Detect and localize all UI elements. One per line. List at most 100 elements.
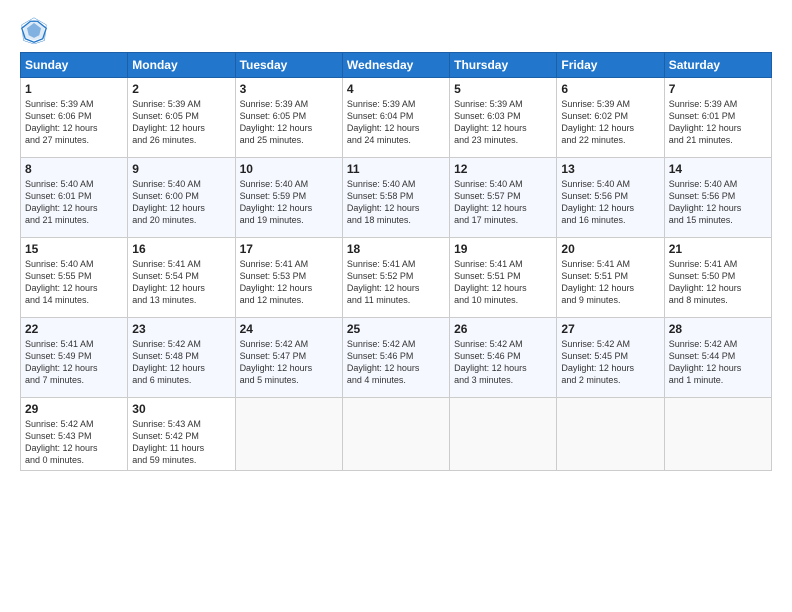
weekday-header-thursday: Thursday xyxy=(450,53,557,78)
calendar-table: SundayMondayTuesdayWednesdayThursdayFrid… xyxy=(20,52,772,471)
calendar-cell: 6 Sunrise: 5:39 AMSunset: 6:02 PMDaylight… xyxy=(557,78,664,158)
cell-content: Sunrise: 5:39 AMSunset: 6:04 PMDaylight:… xyxy=(347,98,445,147)
day-number: 8 xyxy=(25,162,123,176)
calendar-cell: 16Sunrise: 5:41 AMSunset: 5:54 PMDayligh… xyxy=(128,238,235,318)
day-number: 22 xyxy=(25,322,123,336)
cell-content: Sunrise: 5:41 AMSunset: 5:51 PMDaylight:… xyxy=(561,258,659,307)
calendar-cell: 21Sunrise: 5:41 AMSunset: 5:50 PMDayligh… xyxy=(664,238,771,318)
calendar-week-row: 1 Sunrise: 5:39 AMSunset: 6:06 PMDaylight… xyxy=(21,78,772,158)
calendar-cell: 4 Sunrise: 5:39 AMSunset: 6:04 PMDaylight… xyxy=(342,78,449,158)
day-number: 5 xyxy=(454,82,552,96)
calendar-cell: 20 Sunrise: 5:41 AMSunset: 5:51 PMDayligh… xyxy=(557,238,664,318)
cell-content: Sunrise: 5:40 AMSunset: 6:00 PMDaylight:… xyxy=(132,178,230,227)
cell-content: Sunrise: 5:41 AMSunset: 5:54 PMDaylight:… xyxy=(132,258,230,307)
calendar-cell: 19 Sunrise: 5:41 AMSunset: 5:51 PMDayligh… xyxy=(450,238,557,318)
cell-content: Sunrise: 5:39 AMSunset: 6:05 PMDaylight:… xyxy=(240,98,338,147)
calendar-week-row: 15 Sunrise: 5:40 AMSunset: 5:55 PMDayligh… xyxy=(21,238,772,318)
day-number: 10 xyxy=(240,162,338,176)
cell-content: Sunrise: 5:41 AMSunset: 5:52 PMDaylight:… xyxy=(347,258,445,307)
calendar-cell: 24 Sunrise: 5:42 AMSunset: 5:47 PMDayligh… xyxy=(235,318,342,398)
cell-content: Sunrise: 5:41 AMSunset: 5:53 PMDaylight:… xyxy=(240,258,338,307)
calendar-cell: 25 Sunrise: 5:42 AMSunset: 5:46 PMDayligh… xyxy=(342,318,449,398)
calendar-cell: 29 Sunrise: 5:42 AMSunset: 5:43 PMDayligh… xyxy=(21,398,128,471)
calendar-cell: 17 Sunrise: 5:41 AMSunset: 5:53 PMDayligh… xyxy=(235,238,342,318)
day-number: 27 xyxy=(561,322,659,336)
day-number: 28 xyxy=(669,322,767,336)
calendar-cell: 23 Sunrise: 5:42 AMSunset: 5:48 PMDayligh… xyxy=(128,318,235,398)
cell-content: Sunrise: 5:41 AMSunset: 5:51 PMDaylight:… xyxy=(454,258,552,307)
day-number: 19 xyxy=(454,242,552,256)
calendar-cell xyxy=(450,398,557,471)
cell-content: Sunrise: 5:42 AMSunset: 5:44 PMDaylight:… xyxy=(669,338,767,387)
cell-content: Sunrise: 5:42 AMSunset: 5:43 PMDaylight:… xyxy=(25,418,123,467)
header xyxy=(20,16,772,44)
calendar-cell xyxy=(342,398,449,471)
day-number: 18 xyxy=(347,242,445,256)
day-number: 29 xyxy=(25,402,123,416)
calendar-cell: 26Sunrise: 5:42 AMSunset: 5:46 PMDayligh… xyxy=(450,318,557,398)
weekday-header-wednesday: Wednesday xyxy=(342,53,449,78)
cell-content: Sunrise: 5:39 AMSunset: 6:05 PMDaylight:… xyxy=(132,98,230,147)
calendar-cell: 13 Sunrise: 5:40 AMSunset: 5:56 PMDayligh… xyxy=(557,158,664,238)
cell-content: Sunrise: 5:39 AMSunset: 6:02 PMDaylight:… xyxy=(561,98,659,147)
cell-content: Sunrise: 5:40 AMSunset: 5:56 PMDaylight:… xyxy=(561,178,659,227)
cell-content: Sunrise: 5:40 AMSunset: 5:56 PMDaylight:… xyxy=(669,178,767,227)
weekday-header-sunday: Sunday xyxy=(21,53,128,78)
cell-content: Sunrise: 5:42 AMSunset: 5:46 PMDaylight:… xyxy=(347,338,445,387)
weekday-header-row: SundayMondayTuesdayWednesdayThursdayFrid… xyxy=(21,53,772,78)
day-number: 13 xyxy=(561,162,659,176)
day-number: 25 xyxy=(347,322,445,336)
weekday-header-tuesday: Tuesday xyxy=(235,53,342,78)
cell-content: Sunrise: 5:42 AMSunset: 5:47 PMDaylight:… xyxy=(240,338,338,387)
calendar-cell: 22Sunrise: 5:41 AMSunset: 5:49 PMDayligh… xyxy=(21,318,128,398)
page: SundayMondayTuesdayWednesdayThursdayFrid… xyxy=(0,0,792,612)
calendar-cell: 9Sunrise: 5:40 AMSunset: 6:00 PMDaylight… xyxy=(128,158,235,238)
day-number: 30 xyxy=(132,402,230,416)
cell-content: Sunrise: 5:40 AMSunset: 5:55 PMDaylight:… xyxy=(25,258,123,307)
day-number: 6 xyxy=(561,82,659,96)
cell-content: Sunrise: 5:39 AMSunset: 6:01 PMDaylight:… xyxy=(669,98,767,147)
day-number: 4 xyxy=(347,82,445,96)
cell-content: Sunrise: 5:39 AMSunset: 6:06 PMDaylight:… xyxy=(25,98,123,147)
calendar-cell: 10 Sunrise: 5:40 AMSunset: 5:59 PMDayligh… xyxy=(235,158,342,238)
cell-content: Sunrise: 5:39 AMSunset: 6:03 PMDaylight:… xyxy=(454,98,552,147)
calendar-cell: 15 Sunrise: 5:40 AMSunset: 5:55 PMDayligh… xyxy=(21,238,128,318)
calendar-cell xyxy=(664,398,771,471)
day-number: 3 xyxy=(240,82,338,96)
day-number: 14 xyxy=(669,162,767,176)
calendar-week-row: 22Sunrise: 5:41 AMSunset: 5:49 PMDayligh… xyxy=(21,318,772,398)
calendar-cell: 18 Sunrise: 5:41 AMSunset: 5:52 PMDayligh… xyxy=(342,238,449,318)
day-number: 24 xyxy=(240,322,338,336)
calendar-cell: 28 Sunrise: 5:42 AMSunset: 5:44 PMDayligh… xyxy=(664,318,771,398)
day-number: 2 xyxy=(132,82,230,96)
calendar-week-row: 8 Sunrise: 5:40 AMSunset: 6:01 PMDaylight… xyxy=(21,158,772,238)
day-number: 26 xyxy=(454,322,552,336)
day-number: 20 xyxy=(561,242,659,256)
day-number: 15 xyxy=(25,242,123,256)
day-number: 23 xyxy=(132,322,230,336)
cell-content: Sunrise: 5:43 AMSunset: 5:42 PMDaylight:… xyxy=(132,418,230,467)
calendar-week-row: 29 Sunrise: 5:42 AMSunset: 5:43 PMDayligh… xyxy=(21,398,772,471)
calendar-cell: 7Sunrise: 5:39 AMSunset: 6:01 PMDaylight… xyxy=(664,78,771,158)
logo-icon xyxy=(20,16,48,44)
calendar-cell xyxy=(557,398,664,471)
calendar-cell: 12Sunrise: 5:40 AMSunset: 5:57 PMDayligh… xyxy=(450,158,557,238)
weekday-header-monday: Monday xyxy=(128,53,235,78)
calendar-cell: 1 Sunrise: 5:39 AMSunset: 6:06 PMDaylight… xyxy=(21,78,128,158)
calendar-cell: 14 Sunrise: 5:40 AMSunset: 5:56 PMDayligh… xyxy=(664,158,771,238)
cell-content: Sunrise: 5:40 AMSunset: 6:01 PMDaylight:… xyxy=(25,178,123,227)
calendar-cell: 8 Sunrise: 5:40 AMSunset: 6:01 PMDaylight… xyxy=(21,158,128,238)
cell-content: Sunrise: 5:42 AMSunset: 5:45 PMDaylight:… xyxy=(561,338,659,387)
cell-content: Sunrise: 5:42 AMSunset: 5:48 PMDaylight:… xyxy=(132,338,230,387)
day-number: 21 xyxy=(669,242,767,256)
calendar-cell: 30 Sunrise: 5:43 AMSunset: 5:42 PMDayligh… xyxy=(128,398,235,471)
calendar-cell: 5 Sunrise: 5:39 AMSunset: 6:03 PMDaylight… xyxy=(450,78,557,158)
cell-content: Sunrise: 5:40 AMSunset: 5:57 PMDaylight:… xyxy=(454,178,552,227)
cell-content: Sunrise: 5:40 AMSunset: 5:59 PMDaylight:… xyxy=(240,178,338,227)
cell-content: Sunrise: 5:40 AMSunset: 5:58 PMDaylight:… xyxy=(347,178,445,227)
calendar-cell: 2 Sunrise: 5:39 AMSunset: 6:05 PMDaylight… xyxy=(128,78,235,158)
day-number: 1 xyxy=(25,82,123,96)
weekday-header-saturday: Saturday xyxy=(664,53,771,78)
logo xyxy=(20,16,52,44)
day-number: 17 xyxy=(240,242,338,256)
